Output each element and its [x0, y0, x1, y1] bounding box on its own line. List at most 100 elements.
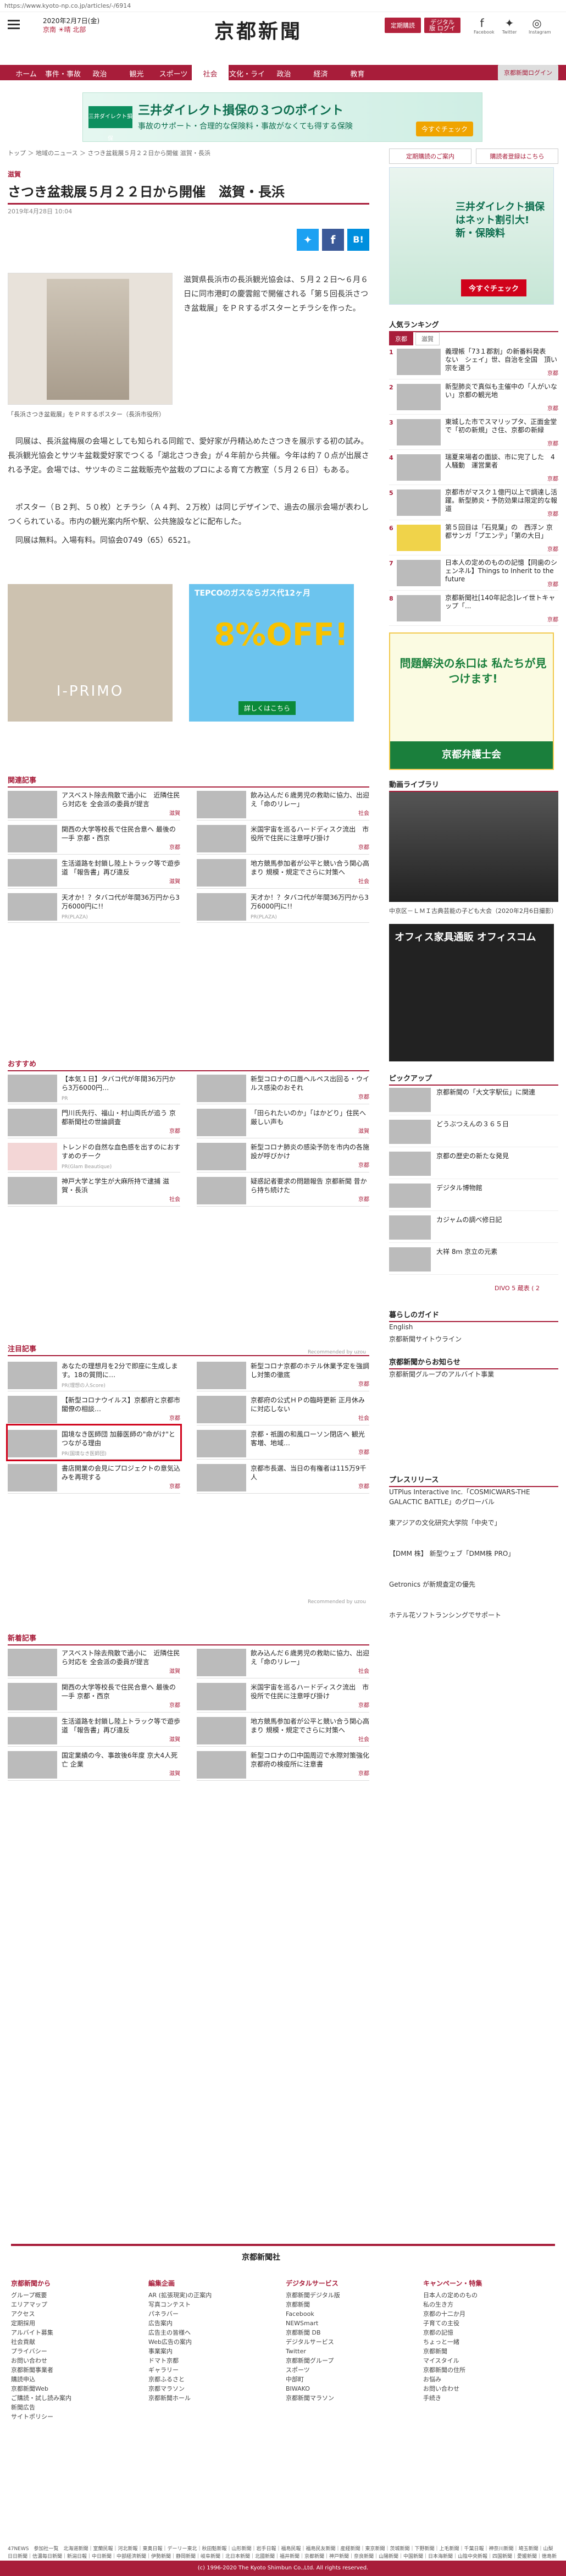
subscribe-info-button[interactable]: 定期購読のご案内 — [389, 148, 471, 164]
ad-tepco-cta[interactable]: 詳しくはこちら — [238, 701, 296, 715]
footer-link[interactable]: スポーツ — [286, 2365, 407, 2375]
list-item[interactable]: 生活道路を封鎖し陸上トラック等で遊歩道 「報告書」再び違反 滋賀 — [8, 1713, 180, 1747]
pickup-item[interactable]: どうぶつえんの３６５日 — [389, 1116, 558, 1147]
ad-tepco[interactable]: TEPCOのガスならガス代12ヶ月 8%OFF! 詳しくはこちら — [189, 584, 354, 722]
list-item[interactable]: 【新型コロナウイルス】京都府と京都市閣僚の相談… 京都 — [8, 1391, 180, 1425]
footer-link[interactable]: サイトポリシー — [11, 2412, 132, 2421]
side-ad-insurance[interactable]: 三井ダイレクト損保はネット割引大!新・保険料 今すぐチェック — [389, 167, 554, 305]
footer-link[interactable]: BIWAKO — [286, 2384, 407, 2393]
breadcrumb[interactable]: トップ ＞ 地域のニュース ＞ さつき盆栽展５月２２日から開催 滋賀・長浜 — [8, 148, 369, 157]
ranking-item[interactable]: 8 京都新聞社[140年記念]レイ世トキャップ「... 京都 — [389, 592, 558, 626]
footer-link[interactable]: 事業案内 — [148, 2347, 269, 2356]
footer-link[interactable]: 私の生き方 — [423, 2300, 544, 2309]
ranking-item[interactable]: 7 日本人の定めのものの記憶【同歯のシェンネル】Things to Inherit… — [389, 557, 558, 591]
footer-link[interactable]: お悩み — [423, 2375, 544, 2384]
footer-link[interactable]: デジタルサービス — [286, 2337, 407, 2347]
banner-cta-button[interactable]: 今すぐチェック — [415, 122, 473, 136]
article-category[interactable]: 滋賀 — [8, 169, 369, 179]
footer-link[interactable]: 新聞広告 — [11, 2403, 132, 2412]
press-item[interactable]: 【DMM 株】 新型ウェブ「DMM株 PRO」 — [389, 1549, 558, 1559]
footer-link[interactable]: 京都新聞事業者 — [11, 2365, 132, 2375]
footer-link[interactable]: アクセス — [11, 2309, 132, 2319]
list-item[interactable]: 生活道路を封鎖し陸上トラック等で遊歩道 「報告書」再び違反 滋賀 — [8, 855, 180, 889]
list-item[interactable]: 天才か！？タバコ代が年間36万円から3万6000円に!! PR(PLAZA) — [197, 889, 369, 923]
ranking-item[interactable]: 2 新型肺炎で真似も主催中の「人がいない」京都の観光地 京都 — [389, 381, 558, 415]
footer-link[interactable]: 手続き — [423, 2393, 544, 2403]
list-item[interactable]: 国境なき医師団 加藤医師の"命がけ"とつながる理由 PR(国境なき医師団) — [6, 1424, 182, 1461]
list-item[interactable]: 疑惑記者要求の問題報告 京都新聞 昔から持ち続けた 京都 — [197, 1173, 369, 1207]
nav-item-culture[interactable]: 文化・ライフ — [229, 65, 265, 89]
tab-shiga[interactable]: 滋賀 — [415, 332, 440, 345]
list-item[interactable]: 新型コロナ肺炎の感染予防を市内の各施設が呼びかけ 京都 — [197, 1138, 369, 1173]
living-item[interactable]: 京都新聞サイトウライン — [389, 1334, 558, 1344]
list-item[interactable]: 京都・祇園の和風ローソン閉店へ 観光客増、地域… 京都 — [197, 1425, 369, 1460]
nav-login-button[interactable]: 京都新聞ログイン — [498, 65, 558, 80]
footer-link[interactable]: 京都の十二か月 — [423, 2309, 544, 2319]
footer-link[interactable]: ドマト京都 — [148, 2356, 269, 2365]
footer-link[interactable]: パネラバー — [148, 2309, 269, 2319]
footer-link[interactable]: 写真コンテスト — [148, 2300, 269, 2309]
twitter-icon[interactable]: ✦ Twitter — [501, 16, 518, 35]
list-item[interactable]: 関西の大学等校長で住民合意へ 最後の一手 京都・西京 京都 — [8, 1678, 180, 1713]
footer-link[interactable]: ちょっと一緒 — [423, 2337, 544, 2347]
list-item[interactable]: アスベスト除去飛散で過小に 近隣住民ら対応を 全会派の委員が提言 滋賀 — [8, 1644, 180, 1678]
footer-link[interactable]: 京都新聞グループ — [286, 2356, 407, 2365]
footer-link[interactable]: 京都の記憶 — [423, 2328, 544, 2337]
list-item[interactable]: 天才か！？タバコ代が年間36万円から3万6000円に!! PR(PLAZA) — [8, 889, 180, 923]
video-thumbnail[interactable] — [389, 792, 558, 902]
ad-iprimo[interactable]: I-PRIMO — [8, 584, 173, 722]
pickup-item[interactable]: 京都新聞の「大文字駅伝」に関連 — [389, 1085, 558, 1115]
footer-link[interactable]: ご購読・試し読み案内 — [11, 2393, 132, 2403]
footer-link[interactable]: 広告主の皆様へ — [148, 2328, 269, 2337]
list-item[interactable]: 京都市長選、当日の有権者は115万9千人 京都 — [197, 1460, 369, 1494]
nav-item-politics[interactable]: 政治 — [81, 65, 118, 80]
footer-link[interactable]: 京都新聞Web — [11, 2384, 132, 2393]
notice-item[interactable]: 京都新聞グループのアルバイト事業 — [389, 1369, 558, 1452]
pickup-item[interactable]: 京都の歴史の新たな発見 — [389, 1148, 558, 1179]
pickup-item[interactable]: デジタル博物館 — [389, 1180, 558, 1211]
pickup-item[interactable]: 大祥 8ｍ 京立の元素 — [389, 1244, 558, 1275]
footer-link[interactable]: ギャラリー — [148, 2365, 269, 2375]
list-item[interactable]: 新型コロナの口唇ヘルペス出回る・ウイルス感染のおそれ 京都 — [197, 1070, 369, 1104]
footer-link[interactable]: アルバイト募集 — [11, 2328, 132, 2337]
list-item[interactable]: 飲み込んだ６歳男児の救助に協力、出迎え「命のリレー」 社会 — [197, 786, 369, 821]
press-item[interactable]: ホテル花ソフトランシングでサポート — [389, 1610, 558, 1620]
footer-link[interactable]: NEWSmart — [286, 2319, 407, 2328]
footer-link[interactable]: お問い合わせ — [11, 2356, 132, 2365]
footer-link[interactable]: マイスタイル — [423, 2356, 544, 2365]
featured-credit[interactable]: Recommended by uzou — [308, 1599, 366, 1605]
footer-link[interactable]: 京都新聞マラソン — [286, 2393, 407, 2403]
list-item[interactable]: 【本気１日】タバコ代が年間36万円から3万6000円… PR — [8, 1070, 180, 1104]
facebook-icon[interactable]: f Facebook — [474, 16, 495, 35]
footer-link[interactable]: グループ概要 — [11, 2291, 132, 2300]
article-photo[interactable] — [8, 273, 173, 405]
list-item[interactable]: 国定業績の今、事故後6年度 京大4人死亡 企業 滋賀 — [8, 1747, 180, 1781]
digital-login-button[interactable]: デジタル版 ログイン — [424, 18, 460, 37]
list-item[interactable]: 地方競馬参加者が公平と競い合う関心高まり 規模・規定でさらに対策へ 社会 — [197, 1713, 369, 1747]
list-item[interactable]: アスベスト除去飛散で過小に 近隣住民ら対応を 全会派の委員が提言 滋賀 — [8, 786, 180, 821]
list-item[interactable]: トレンドの自然な血色感を出すのにおすすめのチーク PR(Glam Beautiqu… — [8, 1138, 180, 1173]
ranking-item[interactable]: 3 東城した市でスマリップタ、正面金堂で「初の新規」さ住、京都の新緑 京都 — [389, 416, 558, 450]
list-item[interactable]: 地方競馬参加者が公平と競い合う関心高まり 規模・規定でさらに対策へ 社会 — [197, 855, 369, 889]
footer-link[interactable]: AR (拡張現実)の正案内 — [148, 2291, 269, 2300]
footer-link[interactable]: 子育ての主役 — [423, 2319, 544, 2328]
nav-item-politics-2[interactable]: 政治 — [265, 65, 302, 80]
footer-link[interactable]: 中部町 — [286, 2375, 407, 2384]
footer-link[interactable]: 京都新聞の住所 — [423, 2365, 544, 2375]
nav-item-economy[interactable]: 経済 — [302, 65, 339, 80]
list-item[interactable]: 飲み込んだ６歳男児の救助に協力、出迎え「命のリレー」 社会 — [197, 1644, 369, 1678]
side-ad-office[interactable]: オフィス家具通販 オフィスコム — [389, 924, 554, 1061]
list-item[interactable]: 京都府の公式ＨＰの臨時更新 正月休みに対応しない 社会 — [197, 1391, 369, 1425]
share-hatena-icon[interactable]: B! — [347, 229, 369, 251]
ranking-item[interactable]: 6 第５回目は「石見葉」の 西浮ン 京都サンガ「プエンテ」「第の大日」 京都 — [389, 521, 558, 555]
side-ad-cta[interactable]: 今すぐチェック — [461, 279, 527, 296]
list-item[interactable]: 門川氏先行、福山・村山両氏が追う 京都新聞社の世論調査 京都 — [8, 1104, 180, 1138]
nav-item-home[interactable]: ホーム — [8, 65, 45, 80]
footer-link[interactable]: 定期採用 — [11, 2319, 132, 2328]
footer-link[interactable]: 京都マラソン — [148, 2384, 269, 2393]
ranking-item[interactable]: 4 瑞夏来場者の面談、市に完了した 4人騒動 運営業者 京都 — [389, 451, 558, 485]
list-item[interactable]: 書店開業の会見にプロジェクトの意気込みを再現する 京都 — [8, 1460, 180, 1494]
list-item[interactable]: あなたの理想月を2分で即座に生成します。18の質問に… PR(理想の人Score) — [8, 1357, 180, 1391]
nav-item-tourism[interactable]: 観光 — [118, 65, 155, 80]
press-item[interactable]: Getronics が新規査定の優先 — [389, 1579, 558, 1589]
